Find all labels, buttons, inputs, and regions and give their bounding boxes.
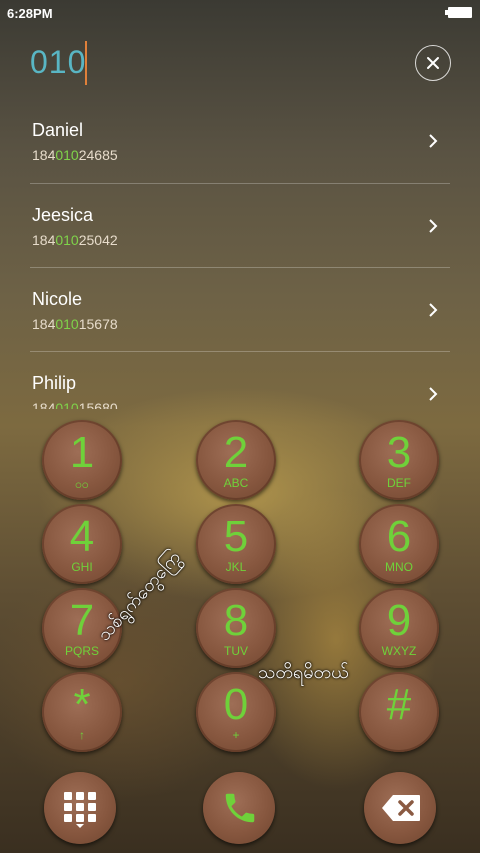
key-2[interactable]: 2 ABC <box>196 420 276 500</box>
phone-icon <box>225 793 255 823</box>
contact-number: 18401015678 <box>32 316 118 332</box>
chevron-right-icon <box>429 303 438 317</box>
chevron-right-icon <box>429 387 438 401</box>
key-6[interactable]: 6 MNO <box>359 504 439 584</box>
contact-name: Nicole <box>32 289 83 309</box>
number-match: 010 <box>55 232 79 248</box>
key-star[interactable]: * ↑ <box>42 672 122 752</box>
backspace-button[interactable] <box>364 772 436 844</box>
key-8[interactable]: 8 TUV <box>196 588 276 668</box>
contact-number: 18401025042 <box>32 232 118 248</box>
contact-item-jeesica[interactable]: Jeesica 18401025042 <box>0 205 480 289</box>
contact-name: Philip <box>32 373 77 393</box>
battery-icon <box>445 7 472 18</box>
status-time: 6:28PM <box>7 6 53 21</box>
status-bar: 6:28PM <box>0 0 480 26</box>
backspace-icon <box>382 795 420 821</box>
contact-name: Daniel <box>32 120 84 140</box>
key-5[interactable]: 5 JKL <box>196 504 276 584</box>
dial-input[interactable]: 010 <box>30 44 86 81</box>
clear-input-button[interactable] <box>415 45 451 81</box>
chevron-right-icon <box>429 219 438 233</box>
key-9[interactable]: 9 WXYZ <box>359 588 439 668</box>
divider <box>30 267 450 268</box>
contact-number: 18401024685 <box>32 147 118 163</box>
contact-item-daniel[interactable]: Daniel 18401024685 <box>0 120 480 204</box>
number-match: 010 <box>55 147 79 163</box>
contact-name: Jeesica <box>32 205 94 225</box>
number-match: 010 <box>55 400 79 409</box>
dialpad-icon <box>64 792 96 828</box>
close-icon <box>427 57 439 69</box>
key-3[interactable]: 3 DEF <box>359 420 439 500</box>
divider <box>30 183 450 184</box>
divider <box>30 351 450 352</box>
contact-item-nicole[interactable]: Nicole 18401015678 <box>0 289 480 373</box>
key-hash[interactable]: # <box>359 672 439 752</box>
chevron-right-icon <box>429 134 438 148</box>
text-cursor <box>85 41 87 85</box>
call-button[interactable] <box>203 772 275 844</box>
wallpaper-text-right: သတိရမိတယ် <box>258 662 349 682</box>
keypad-toggle-button[interactable] <box>44 772 116 844</box>
key-1[interactable]: 1 ဝဝ <box>42 420 122 500</box>
key-4[interactable]: 4 GHI <box>42 504 122 584</box>
number-match: 010 <box>55 316 79 332</box>
contact-number: 18401015680 <box>32 400 118 409</box>
contact-item-philip[interactable]: Philip 18401015680 <box>0 373 480 409</box>
